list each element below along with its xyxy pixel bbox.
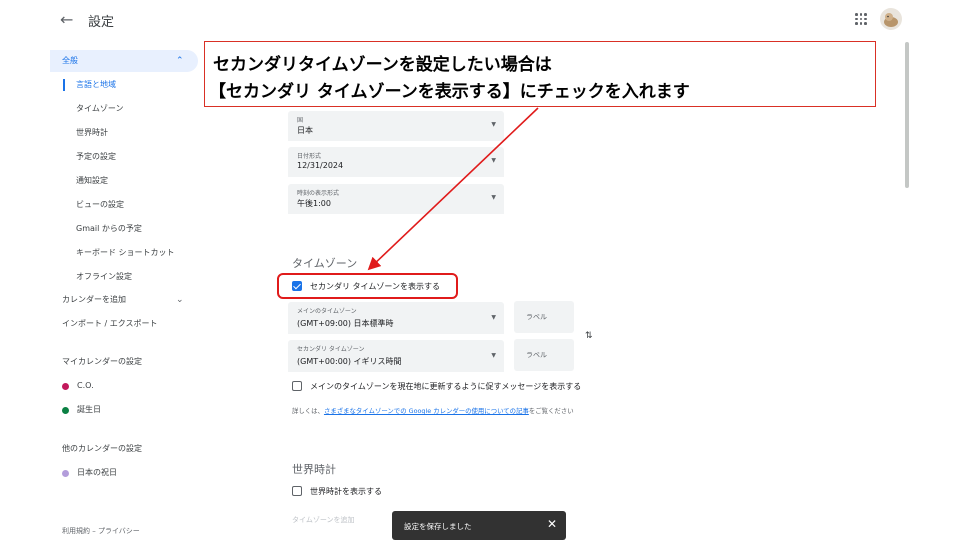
- update-timezone-prompt-label[interactable]: メインのタイムゾーンを現在地に更新するように促すメッセージを表示する: [310, 381, 581, 392]
- field-label: セカンダリ タイムゾーン: [297, 346, 365, 353]
- section-heading: マイカレンダーの設定: [62, 357, 142, 366]
- help-suffix: をご覧ください: [528, 407, 574, 415]
- update-timezone-prompt-checkbox[interactable]: [292, 381, 302, 391]
- sidebar-item-keyboard-shortcuts[interactable]: キーボード ショートカット: [50, 242, 198, 264]
- field-label: 国: [297, 117, 304, 124]
- sidebar-item-offline[interactable]: オフライン設定: [50, 266, 198, 288]
- date-format-select[interactable]: 日付形式 12/31/2024 ▼: [288, 147, 504, 177]
- dropdown-arrow-icon: ▼: [491, 314, 496, 321]
- sidebar-item-gmail-events[interactable]: Gmail からの予定: [50, 218, 198, 240]
- field-label: 時刻の表示形式: [297, 190, 340, 197]
- calendar-color-dot: [62, 407, 69, 414]
- world-clock-checkbox[interactable]: [292, 486, 302, 496]
- sidebar-item-event-settings[interactable]: 予定の設定: [50, 146, 198, 168]
- annotation-callout: セカンダリタイムゾーンを設定したい場合は 【セカンダリ タイムゾーンを表示する】…: [204, 41, 876, 107]
- snackbar: 設定を保存しました ✕: [392, 511, 566, 540]
- sidebar-item-label: Gmail からの予定: [76, 224, 142, 233]
- secondary-timezone-label-input[interactable]: ラベル: [514, 339, 574, 371]
- sidebar-item-label: インポート / エクスポート: [62, 319, 158, 328]
- sidebar-item-label: ビューの設定: [76, 200, 124, 209]
- field-value: 日本: [297, 126, 313, 135]
- primary-timezone-label-input[interactable]: ラベル: [514, 301, 574, 333]
- close-icon[interactable]: ✕: [547, 517, 557, 531]
- my-calendars-heading: マイカレンダーの設定: [50, 351, 198, 373]
- snackbar-message: 設定を保存しました: [404, 522, 472, 531]
- timezone-help-text: 詳しくは、さまざまなタイムゾーンでの Google カレンダーの使用についての記…: [292, 406, 574, 415]
- field-label: メインのタイムゾーン: [297, 308, 357, 315]
- sidebar-item-label: 予定の設定: [76, 152, 116, 161]
- field-value: 午後1:00: [297, 199, 331, 208]
- dropdown-arrow-icon: ▼: [491, 121, 496, 128]
- sidebar-item-calendar-birthdays[interactable]: 誕生日: [50, 399, 198, 421]
- timezone-section-title: タイムゾーン: [292, 257, 358, 270]
- secondary-timezone-select[interactable]: セカンダリ タイムゾーン (GMT+00:00) イギリス時間 ▼: [288, 340, 504, 372]
- world-clock-section-title: 世界時計: [292, 463, 336, 476]
- input-placeholder: ラベル: [526, 351, 547, 359]
- calendar-name: 誕生日: [77, 405, 101, 414]
- chevron-up-icon: ⌃: [176, 56, 184, 66]
- apps-grid-icon[interactable]: [855, 13, 867, 25]
- calendar-name: C.O.: [77, 381, 94, 390]
- section-heading: 他のカレンダーの設定: [62, 444, 142, 453]
- timezone-help-link[interactable]: さまざまなタイムゾーンでの Google カレンダーの使用についての記事: [324, 407, 529, 415]
- sidebar-item-calendar-jp-holidays[interactable]: 日本の祝日: [50, 462, 198, 484]
- sidebar-item-general[interactable]: 全般 ⌃: [50, 50, 198, 72]
- calendar-color-dot: [62, 383, 69, 390]
- sidebar: 全般 ⌃ 言語と地域 タイムゾーン 世界時計 予定の設定 通知設定 ビューの設定…: [50, 44, 200, 540]
- dropdown-arrow-icon: ▼: [491, 352, 496, 359]
- sidebar-item-label: 全般: [62, 56, 78, 65]
- sidebar-item-language-region[interactable]: 言語と地域: [50, 74, 198, 96]
- sidebar-item-timezone[interactable]: タイムゾーン: [50, 98, 198, 120]
- input-placeholder: ラベル: [526, 313, 547, 321]
- sidebar-item-view-settings[interactable]: ビューの設定: [50, 194, 198, 216]
- primary-timezone-select[interactable]: メインのタイムゾーン (GMT+09:00) 日本標準時 ▼: [288, 302, 504, 334]
- top-bar: ← 設定: [0, 0, 960, 40]
- scrollbar-thumb[interactable]: [905, 42, 909, 188]
- annotation-highlight-box: [277, 273, 458, 299]
- field-value: 12/31/2024: [297, 161, 344, 170]
- calendar-name: 日本の祝日: [77, 468, 117, 477]
- swap-timezones-icon[interactable]: ⇅: [585, 331, 593, 341]
- world-clock-checkbox-label[interactable]: 世界時計を表示する: [310, 486, 382, 497]
- dropdown-arrow-icon: ▼: [491, 157, 496, 164]
- sidebar-item-label: カレンダーを追加: [62, 295, 126, 304]
- sidebar-item-notifications[interactable]: 通知設定: [50, 170, 198, 192]
- sidebar-item-label: 通知設定: [76, 176, 108, 185]
- other-calendars-heading: 他のカレンダーの設定: [50, 438, 198, 460]
- page-title: 設定: [88, 15, 115, 30]
- sidebar-item-add-calendar[interactable]: カレンダーを追加 ⌄: [50, 289, 198, 311]
- annotation-line-2: 【セカンダリ タイムゾーンを表示する】にチェックを入れます: [209, 82, 690, 102]
- sidebar-item-label: オフライン設定: [76, 272, 132, 281]
- field-value: (GMT+09:00) 日本標準時: [297, 319, 394, 328]
- chevron-down-icon: ⌄: [176, 295, 184, 305]
- sidebar-item-import-export[interactable]: インポート / エクスポート: [50, 313, 198, 335]
- avatar[interactable]: [880, 8, 902, 30]
- dropdown-arrow-icon: ▼: [491, 194, 496, 201]
- sidebar-item-label: 言語と地域: [76, 80, 116, 89]
- sidebar-item-label: 世界時計: [76, 128, 108, 137]
- annotation-line-1: セカンダリタイムゾーンを設定したい場合は: [213, 55, 552, 75]
- back-arrow-icon[interactable]: ←: [60, 10, 73, 29]
- footer-links[interactable]: 利用規約 – プライバシー: [62, 526, 140, 536]
- sidebar-item-label: キーボード ショートカット: [76, 248, 175, 257]
- country-select[interactable]: 国 日本 ▼: [288, 111, 504, 141]
- field-label: 日付形式: [297, 153, 322, 160]
- calendar-color-dot: [62, 470, 69, 477]
- add-timezone-button: タイムゾーンを追加: [292, 516, 355, 524]
- help-prefix: 詳しくは、: [292, 407, 324, 415]
- field-value: (GMT+00:00) イギリス時間: [297, 357, 402, 366]
- sidebar-item-world-clock[interactable]: 世界時計: [50, 122, 198, 144]
- sidebar-item-calendar-co[interactable]: C.O.: [50, 375, 198, 397]
- sidebar-item-label: タイムゾーン: [76, 104, 124, 113]
- time-format-select[interactable]: 時刻の表示形式 午後1:00 ▼: [288, 184, 504, 214]
